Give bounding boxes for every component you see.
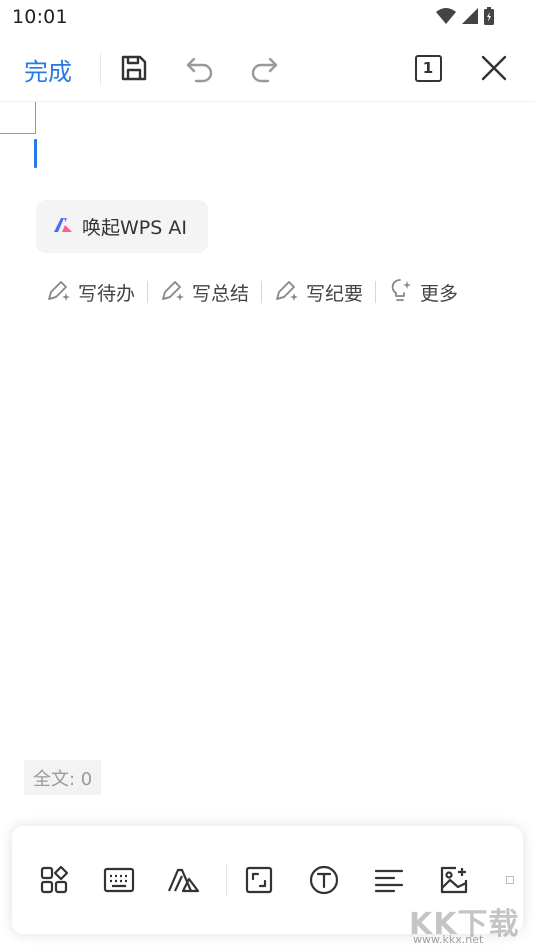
suggestion-label: 更多 <box>420 282 459 305</box>
suggestion-label: 写待办 <box>78 282 136 305</box>
text-cursor <box>34 139 37 168</box>
toolbar-divider <box>100 53 101 85</box>
done-button[interactable]: 完成 <box>24 52 72 87</box>
bulb-sparkle-icon <box>388 277 414 307</box>
suggestion-label: 写总结 <box>192 282 250 305</box>
suggestion-summary[interactable]: 写总结 <box>160 277 249 307</box>
suggestion-label: 写纪要 <box>306 282 364 305</box>
bottom-toolbar-divider <box>226 864 227 896</box>
align-left-icon[interactable] <box>371 862 407 898</box>
wps-ai-logo-icon <box>52 216 74 238</box>
pen-sparkle-icon <box>160 277 186 307</box>
suggestion-minutes[interactable]: 写纪要 <box>274 277 363 307</box>
page-count-icon[interactable]: 1 <box>410 50 446 86</box>
save-icon[interactable] <box>116 50 152 86</box>
pen-sparkle-icon <box>274 277 300 307</box>
suggestion-more[interactable]: 更多 <box>388 277 458 307</box>
text-style-icon[interactable] <box>166 862 202 898</box>
status-icons <box>435 6 495 30</box>
bottom-toolbar <box>12 826 523 934</box>
insert-image-icon[interactable] <box>436 862 472 898</box>
editor-toolbar: 完成 1 <box>0 36 535 102</box>
status-bar: 10:01 <box>0 0 535 36</box>
redo-icon[interactable] <box>246 50 282 86</box>
suggestion-divider <box>261 281 263 303</box>
signal-icon <box>461 7 479 29</box>
battery-charging-icon <box>483 6 495 30</box>
fullscreen-icon[interactable] <box>241 862 277 898</box>
ai-suggestions: 写待办 写总结 写纪要 更多 <box>46 277 458 307</box>
wifi-icon <box>435 7 457 29</box>
page-count-value: 1 <box>422 58 434 77</box>
keyboard-icon[interactable] <box>101 862 137 898</box>
page-margin-marker <box>0 102 36 134</box>
wps-ai-button[interactable]: 唤起WPS AI <box>36 200 208 253</box>
more-tools-indicator[interactable] <box>506 876 514 884</box>
close-icon[interactable] <box>476 50 512 86</box>
status-time: 10:01 <box>12 6 68 28</box>
wps-ai-label: 唤起WPS AI <box>82 217 187 239</box>
document-body[interactable]: 唤起WPS AI 写待办 写总结 写纪要 更多 <box>0 102 535 752</box>
undo-icon[interactable] <box>182 50 218 86</box>
word-count-badge: 全文: 0 <box>24 760 102 795</box>
suggestion-todo[interactable]: 写待办 <box>46 277 135 307</box>
pen-sparkle-icon <box>46 277 72 307</box>
font-icon[interactable] <box>306 862 342 898</box>
wps-document-editor: 10:01 完成 1 唤起WPS AI 写待办 写总结 写纪要 更多 全文: 0… <box>0 0 535 951</box>
watermark-url: www.kkx.net <box>413 933 484 946</box>
suggestion-divider <box>147 281 149 303</box>
apps-icon[interactable] <box>36 862 72 898</box>
suggestion-divider <box>375 281 377 303</box>
